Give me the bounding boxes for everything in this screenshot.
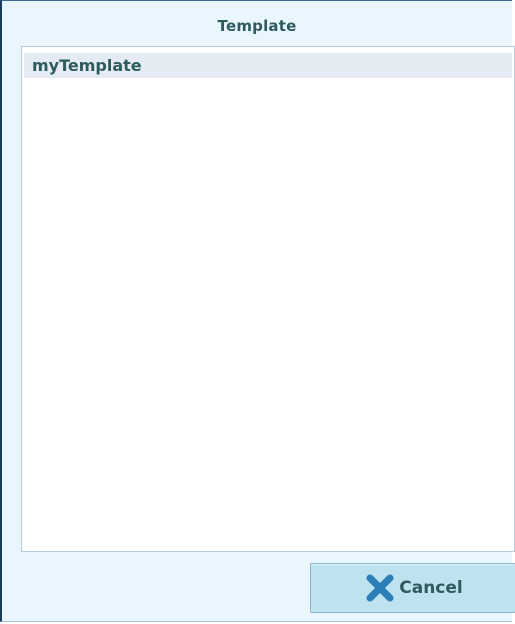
list-item-label: myTemplate (32, 56, 142, 75)
cancel-button-label: Cancel (399, 578, 463, 598)
list-item[interactable]: myTemplate (24, 53, 512, 78)
cancel-button[interactable]: Cancel (310, 563, 515, 613)
template-dialog: Template myTemplate Cancel (0, 0, 515, 622)
dialog-title: Template (217, 17, 297, 35)
close-icon (363, 571, 397, 605)
template-list[interactable]: myTemplate (21, 46, 515, 552)
